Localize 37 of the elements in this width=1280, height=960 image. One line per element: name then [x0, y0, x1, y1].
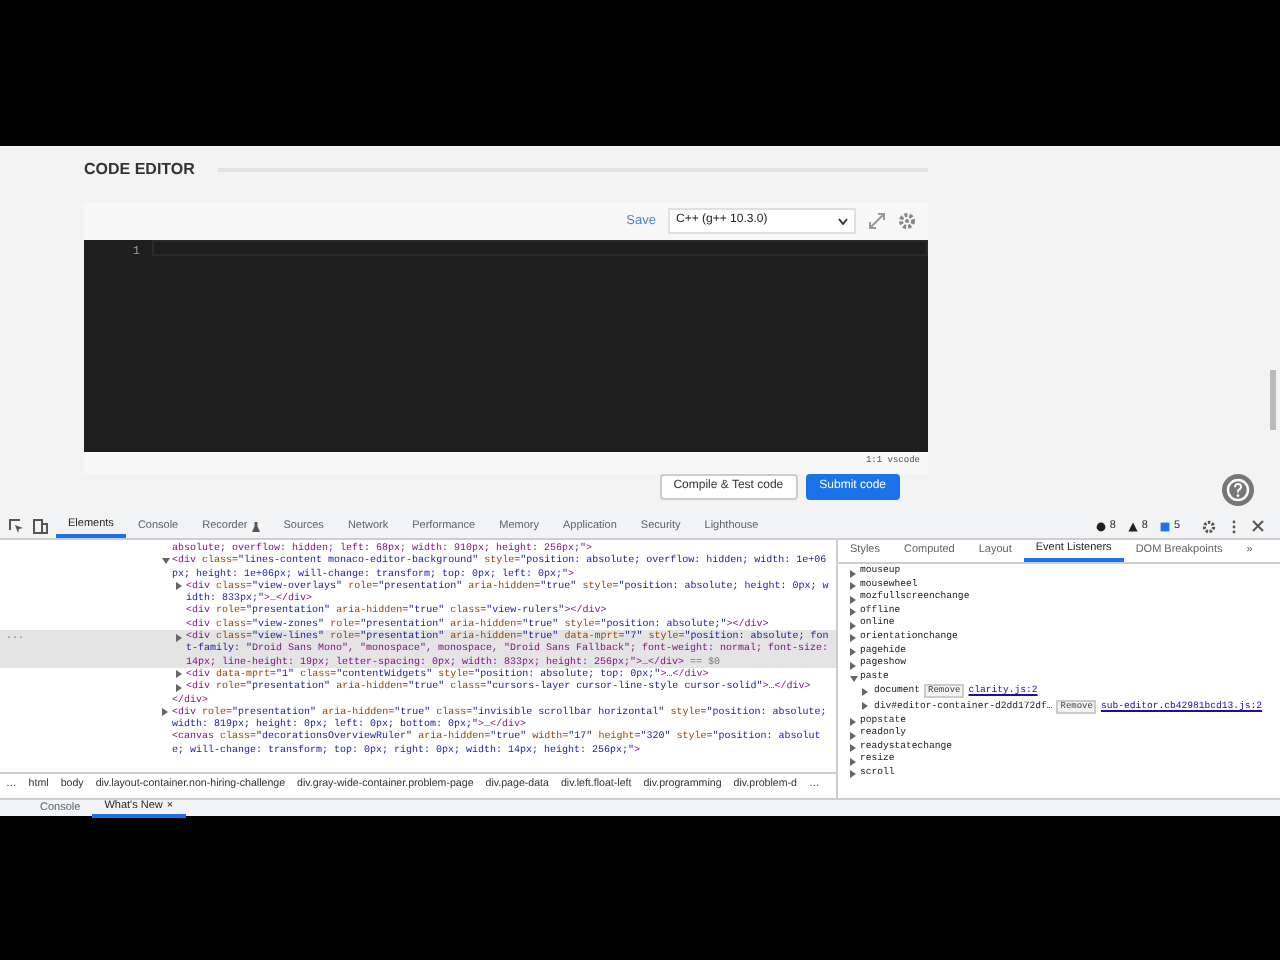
scrollbar-thumb[interactable]	[1270, 370, 1276, 430]
expand-arrow-icon[interactable]	[850, 608, 856, 617]
settings-icon[interactable]	[1202, 519, 1216, 533]
expand-arrow-icon[interactable]	[850, 634, 856, 643]
expand-arrow-icon[interactable]	[850, 731, 856, 740]
expand-arrow-icon[interactable]	[850, 569, 856, 577]
caret-icon	[838, 217, 848, 225]
settings-icon[interactable]	[898, 212, 916, 230]
expand-arrow-icon[interactable]	[862, 687, 868, 696]
expand-arrow-icon[interactable]	[862, 702, 868, 711]
device-icon[interactable]	[32, 518, 48, 534]
expand-arrow-icon[interactable]	[850, 744, 856, 753]
expand-arrow-icon[interactable]	[176, 582, 182, 591]
help-button[interactable]	[1222, 474, 1254, 506]
expand-arrow-icon[interactable]	[850, 718, 856, 727]
close-icon[interactable]	[1252, 520, 1264, 532]
expand-arrow-icon[interactable]	[162, 708, 168, 717]
flask-icon	[251, 521, 260, 531]
expand-arrow-icon[interactable]	[176, 670, 182, 679]
expand-arrow-icon[interactable]	[850, 582, 856, 591]
expand-arrow-icon[interactable]	[850, 595, 856, 604]
expand-arrow-icon[interactable]	[162, 558, 170, 565]
info-icon	[1159, 521, 1170, 531]
expand-icon[interactable]	[868, 212, 886, 230]
expand-arrow-icon[interactable]	[850, 757, 856, 766]
expand-arrow-icon[interactable]	[850, 661, 856, 670]
question-icon	[1222, 474, 1254, 506]
expand-arrow-icon[interactable]	[176, 683, 182, 692]
section-heading: CODE EDITOR	[84, 158, 195, 182]
inspect-icon[interactable]	[8, 518, 24, 534]
error-icon	[1095, 521, 1106, 531]
expand-arrow-icon[interactable]	[850, 648, 856, 657]
expand-arrow-icon[interactable]	[850, 621, 856, 630]
warning-icon	[1127, 521, 1138, 531]
expand-arrow-icon[interactable]	[850, 675, 858, 682]
expand-arrow-icon[interactable]	[176, 633, 182, 642]
expand-arrow-icon[interactable]	[850, 770, 856, 779]
